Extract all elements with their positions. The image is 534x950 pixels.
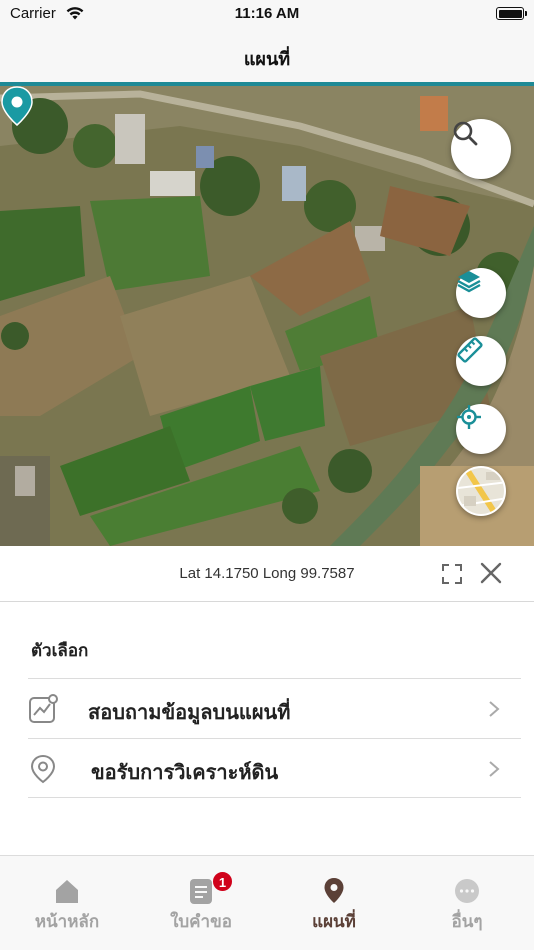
options-heading: ตัวเลือก — [31, 641, 89, 660]
option-query-map[interactable]: สอบถามข้อมูลบนแผนที่ — [28, 678, 521, 738]
tab-label: หน้าหลัก — [34, 912, 100, 931]
clock: 11:16 AM — [234, 5, 300, 22]
notification-badge: 1 — [212, 871, 233, 892]
chevron-right-icon — [489, 761, 500, 777]
tab-more[interactable]: อื่นๆ — [400, 856, 534, 936]
tab-label: อื่นๆ — [451, 912, 483, 931]
ruler-icon — [457, 337, 483, 363]
layers-icon — [457, 271, 481, 293]
location-pin-icon — [30, 754, 56, 784]
chevron-right-icon — [489, 701, 500, 717]
location-pin-marker[interactable] — [0, 86, 34, 126]
expand-icon[interactable] — [440, 562, 464, 586]
option-label: สอบถามข้อมูลบนแผนที่ — [88, 702, 291, 724]
option-soil-analysis[interactable]: ขอรับการวิเคราะห์ดิน — [28, 738, 521, 798]
tab-label: แผนที่ — [312, 912, 356, 931]
coordinate-bar: Lat 14.1750 Long 99.7587 — [0, 546, 534, 602]
close-icon[interactable] — [478, 560, 504, 586]
more-icon — [455, 879, 479, 903]
basemap-thumbnail-icon — [458, 468, 504, 514]
map-pin-icon — [324, 878, 344, 903]
map-measure-button[interactable] — [456, 336, 506, 386]
tab-bar: หน้าหลัก 1 ใบคำขอ แผนที่ อื่นๆ — [0, 855, 534, 950]
map-layers-button[interactable] — [456, 268, 506, 318]
tab-map[interactable]: แผนที่ — [267, 856, 401, 936]
map-basemap-button[interactable] — [456, 466, 506, 516]
option-label: ขอรับการวิเคราะห์ดิน — [91, 762, 279, 784]
tab-label: ใบคำขอ — [170, 912, 232, 931]
map-locate-button[interactable] — [456, 404, 506, 454]
status-bar: Carrier 11:16 AM — [0, 0, 534, 28]
map-search-button[interactable] — [451, 119, 511, 179]
map-chart-icon — [29, 694, 58, 723]
navigation-bar: แผนที่ — [0, 28, 534, 83]
home-icon — [56, 880, 78, 903]
tab-requests[interactable]: 1 ใบคำขอ — [134, 856, 268, 936]
satellite-map[interactable] — [0, 86, 534, 546]
tab-home[interactable]: หน้าหลัก — [0, 856, 134, 936]
battery-icon — [496, 7, 527, 20]
page-title: แผนที่ — [243, 49, 291, 69]
search-icon — [453, 121, 478, 146]
crosshair-icon — [457, 405, 481, 429]
